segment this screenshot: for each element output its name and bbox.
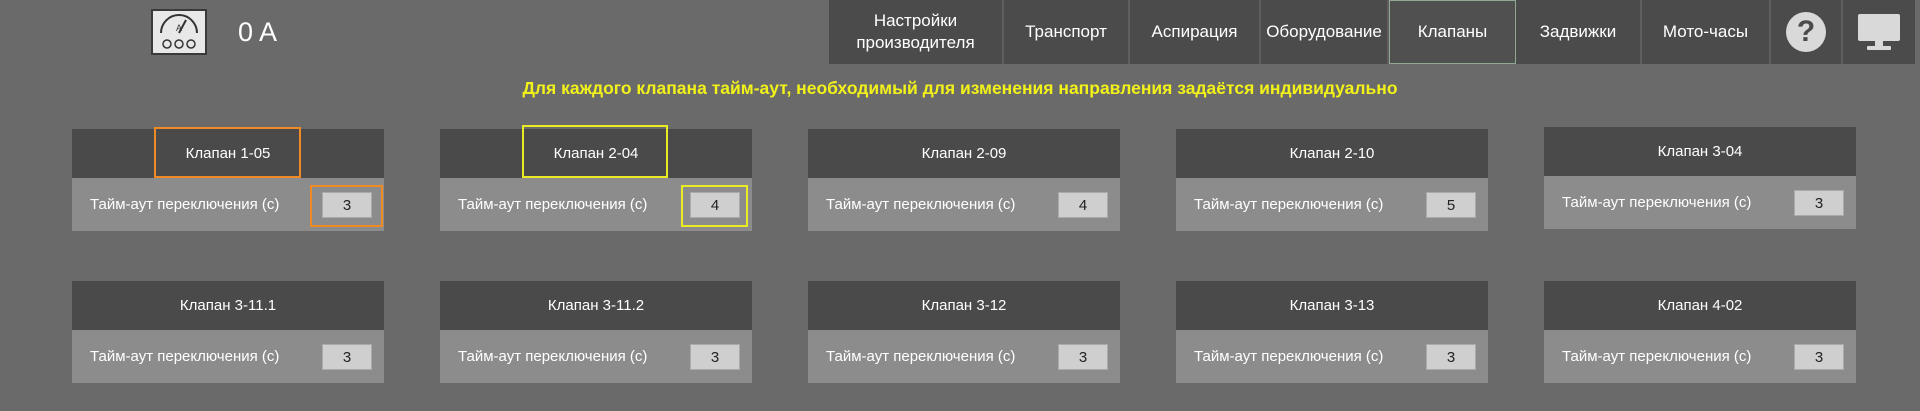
tab-gate-valves[interactable]: Задвижки bbox=[1516, 0, 1642, 64]
timeout-input[interactable]: 5 bbox=[1426, 192, 1476, 218]
valve-setting-row: Тайм-аут переключения (с) 3 bbox=[1176, 330, 1488, 383]
timeout-input[interactable]: 3 bbox=[1794, 344, 1844, 370]
valve-card: Клапан 2-09 Тайм-аут переключения (с) 4 bbox=[808, 129, 1120, 231]
timeout-input[interactable]: 3 bbox=[690, 344, 740, 370]
valve-card: Клапан 3-13 Тайм-аут переключения (с) 3 bbox=[1176, 281, 1488, 383]
valve-card: Клапан 2-10 Тайм-аут переключения (с) 5 bbox=[1176, 129, 1488, 231]
help-icon: ? bbox=[1786, 12, 1826, 52]
valve-title: Клапан 3-11.2 bbox=[440, 281, 752, 330]
valve-setting-row: Тайм-аут переключения (с) 3 bbox=[440, 330, 752, 383]
valve-card: Клапан 3-04 Тайм-аут переключения (с) 3 bbox=[1544, 127, 1856, 229]
tab-label: Транспорт bbox=[1025, 22, 1107, 41]
valve-card: Клапан 4-02 Тайм-аут переключения (с) 3 bbox=[1544, 281, 1856, 383]
valve-title-highlight bbox=[522, 125, 668, 178]
tab-label: Аспирация bbox=[1151, 22, 1238, 41]
valve-card: Клапан 3-11.2 Тайм-аут переключения (с) … bbox=[440, 281, 752, 383]
timeout-input[interactable]: 3 bbox=[1426, 344, 1476, 370]
timeout-label: Тайм-аут переключения (с) bbox=[1194, 348, 1384, 365]
tab-motor-hours[interactable]: Мото-часы bbox=[1642, 0, 1771, 64]
tab-manufacturer-settings[interactable]: Настройки производителя bbox=[829, 0, 1004, 64]
timeout-input[interactable]: 3 bbox=[1794, 190, 1844, 216]
valve-title: Клапан 3-11.1 bbox=[72, 281, 384, 330]
tab-aspiration[interactable]: Аспирация bbox=[1130, 0, 1261, 64]
help-button[interactable]: ? bbox=[1771, 0, 1843, 64]
valve-setting-row: Тайм-аут переключения (с) 3 bbox=[1544, 176, 1856, 229]
timeout-input[interactable]: 3 bbox=[1058, 344, 1108, 370]
valve-card: Клапан 3-11.1 Тайм-аут переключения (с) … bbox=[72, 281, 384, 383]
tab-valves[interactable]: Клапаны bbox=[1389, 0, 1516, 64]
timeout-label: Тайм-аут переключения (с) bbox=[826, 348, 1016, 365]
valve-title: Клапан 2-10 bbox=[1176, 129, 1488, 178]
tab-transport[interactable]: Транспорт bbox=[1004, 0, 1130, 64]
timeout-label: Тайм-аут переключения (с) bbox=[1562, 348, 1752, 365]
valve-setting-row: Тайм-аут переключения (с) 3 bbox=[1544, 330, 1856, 383]
help-glyph: ? bbox=[1796, 15, 1816, 48]
current-reading: 0 A bbox=[238, 17, 278, 47]
valve-setting-row: Тайм-аут переключения (с) 3 bbox=[72, 330, 384, 383]
timeout-input-highlight bbox=[681, 185, 748, 227]
tab-label-line2: производителя bbox=[856, 33, 975, 52]
valve-setting-row: Тайм-аут переключения (с) 5 bbox=[1176, 178, 1488, 231]
tab-label: Мото-часы bbox=[1662, 22, 1749, 41]
valve-title: Клапан 3-04 bbox=[1544, 127, 1856, 176]
valve-card: Клапан 3-12 Тайм-аут переключения (с) 3 bbox=[808, 281, 1120, 383]
timeout-label: Тайм-аут переключения (с) bbox=[90, 196, 280, 213]
monitor-icon bbox=[1858, 14, 1900, 50]
timeout-label: Тайм-аут переключения (с) bbox=[1194, 196, 1384, 213]
tab-label: Клапаны bbox=[1417, 22, 1488, 41]
timeout-label: Тайм-аут переключения (с) bbox=[1562, 194, 1752, 211]
tab-label: Задвижки bbox=[1539, 22, 1617, 41]
tab-label-line1: Настройки bbox=[873, 11, 958, 30]
valve-setting-row: Тайм-аут переключения (с) 3 bbox=[808, 330, 1120, 383]
timeout-label: Тайм-аут переключения (с) bbox=[826, 196, 1016, 213]
ammeter-letter: A bbox=[176, 23, 182, 33]
info-notice: Для каждого клапана тайм-аут, необходимы… bbox=[522, 78, 1398, 98]
ammeter-icon: A bbox=[151, 9, 207, 55]
timeout-input[interactable]: 3 bbox=[322, 344, 372, 370]
timeout-label: Тайм-аут переключения (с) bbox=[90, 348, 280, 365]
timeout-input-highlight bbox=[310, 185, 383, 227]
timeout-label: Тайм-аут переключения (с) bbox=[458, 196, 648, 213]
valve-title: Клапан 4-02 bbox=[1544, 281, 1856, 330]
tab-equipment[interactable]: Оборудование bbox=[1261, 0, 1389, 64]
tab-label: Оборудование bbox=[1266, 22, 1382, 41]
monitor-button[interactable] bbox=[1843, 0, 1915, 64]
top-nav: Настройки производителя Транспорт Аспира… bbox=[829, 0, 1915, 64]
valve-title-highlight bbox=[154, 127, 301, 178]
timeout-label: Тайм-аут переключения (с) bbox=[458, 348, 648, 365]
valve-title: Клапан 3-13 bbox=[1176, 281, 1488, 330]
valve-title: Клапан 2-09 bbox=[808, 129, 1120, 178]
valve-title: Клапан 3-12 bbox=[808, 281, 1120, 330]
timeout-input[interactable]: 4 bbox=[1058, 192, 1108, 218]
valve-setting-row: Тайм-аут переключения (с) 4 bbox=[808, 178, 1120, 231]
